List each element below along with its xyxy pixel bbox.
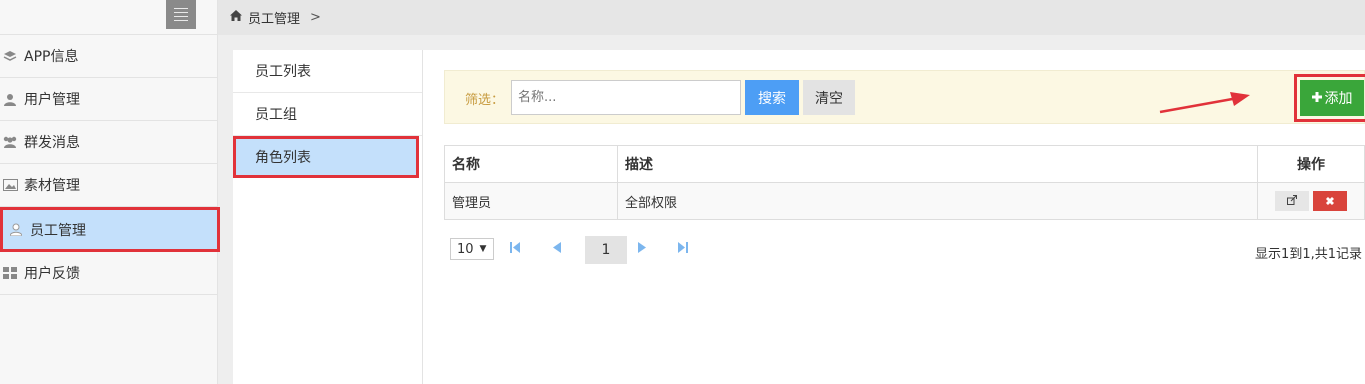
sidebar-item-mass-message[interactable]: 群发消息	[0, 121, 217, 164]
sidebar-item-app-info[interactable]: APP信息	[0, 35, 217, 78]
previous-page-icon[interactable]	[553, 242, 561, 256]
last-page-icon[interactable]	[678, 242, 688, 256]
cell-actions: ✖	[1257, 182, 1365, 220]
sidebar-item-label: 群发消息	[24, 135, 80, 151]
breadcrumb-separator: >	[310, 10, 321, 25]
close-icon: ✖	[1325, 195, 1335, 208]
breadcrumb-current[interactable]: 员工管理	[248, 8, 300, 27]
sub-navigation: 员工列表 员工组 角色列表	[233, 50, 423, 384]
clear-button[interactable]: 清空	[803, 80, 855, 115]
column-header-name: 名称	[444, 145, 618, 183]
subnav-item-label: 员工组	[255, 107, 297, 123]
subnav-item-role-list[interactable]: 角色列表	[233, 136, 419, 178]
subnav-item-staff-group[interactable]: 员工组	[233, 93, 422, 136]
edit-button[interactable]	[1275, 191, 1309, 211]
add-button[interactable]: 添加	[1300, 80, 1364, 116]
edit-icon	[1287, 194, 1297, 205]
first-page-icon[interactable]	[510, 242, 520, 256]
menu-toggle-button[interactable]	[166, 0, 196, 29]
sidebar-item-label: 员工管理	[30, 222, 86, 239]
column-header-description: 描述	[617, 145, 1258, 183]
sidebar-item-label: 用户反馈	[24, 266, 80, 282]
sidebar-item-media-management[interactable]: 素材管理	[0, 164, 217, 207]
annotation-arrow	[1159, 92, 1250, 114]
sidebar: APP信息 用户管理 群发消息 素材管理 员工管理 用户反馈	[0, 0, 220, 384]
table-row: 管理员 全部权限 ✖	[444, 182, 1365, 220]
main-content: 筛选： 搜索 清空 添加 名称 描述 操作 管理员	[423, 50, 1365, 384]
sidebar-header	[0, 0, 217, 35]
subnav-item-label: 员工列表	[255, 64, 311, 80]
home-icon[interactable]	[230, 10, 242, 25]
subnav-item-label: 角色列表	[255, 150, 311, 166]
pagination: 10 ▼ 1 显示1到1,共1记录	[450, 236, 1365, 266]
add-button-label: 添加	[1324, 91, 1353, 107]
sidebar-item-user-feedback[interactable]: 用户反馈	[0, 252, 217, 295]
sidebar-item-label: APP信息	[24, 49, 79, 65]
cell-name: 管理员	[444, 182, 618, 220]
plus-icon	[1311, 90, 1322, 106]
layers-icon	[1, 49, 19, 63]
pagination-info: 显示1到1,共1记录	[1255, 247, 1362, 262]
table-header-row: 名称 描述 操作	[444, 145, 1365, 183]
sidebar-item-staff-management[interactable]: 员工管理	[0, 207, 220, 252]
sidebar-item-label: 素材管理	[24, 178, 80, 194]
page-size-value: 10	[457, 241, 474, 257]
sidebar-item-label: 用户管理	[24, 92, 80, 108]
staff-icon	[7, 223, 25, 237]
sidebar-item-user-management[interactable]: 用户管理	[0, 78, 217, 121]
next-page-icon[interactable]	[638, 242, 646, 256]
search-button[interactable]: 搜索	[745, 80, 799, 115]
user-icon	[1, 92, 19, 106]
image-icon	[1, 178, 19, 192]
users-icon	[1, 135, 19, 149]
add-button-highlight: 添加	[1294, 74, 1365, 122]
breadcrumb: 员工管理 >	[218, 0, 1365, 35]
page-size-select[interactable]: 10 ▼	[450, 238, 494, 260]
column-header-actions: 操作	[1257, 145, 1365, 183]
subnav-item-staff-list[interactable]: 员工列表	[233, 50, 422, 93]
caret-down-icon: ▼	[479, 244, 487, 254]
delete-button[interactable]: ✖	[1313, 191, 1347, 211]
name-search-input[interactable]	[511, 80, 741, 115]
filter-label: 筛选：	[465, 93, 505, 108]
current-page[interactable]: 1	[585, 236, 627, 264]
role-table: 名称 描述 操作 管理员 全部权限 ✖	[444, 145, 1365, 220]
cell-description: 全部权限	[617, 182, 1258, 220]
grid-icon	[1, 266, 19, 280]
